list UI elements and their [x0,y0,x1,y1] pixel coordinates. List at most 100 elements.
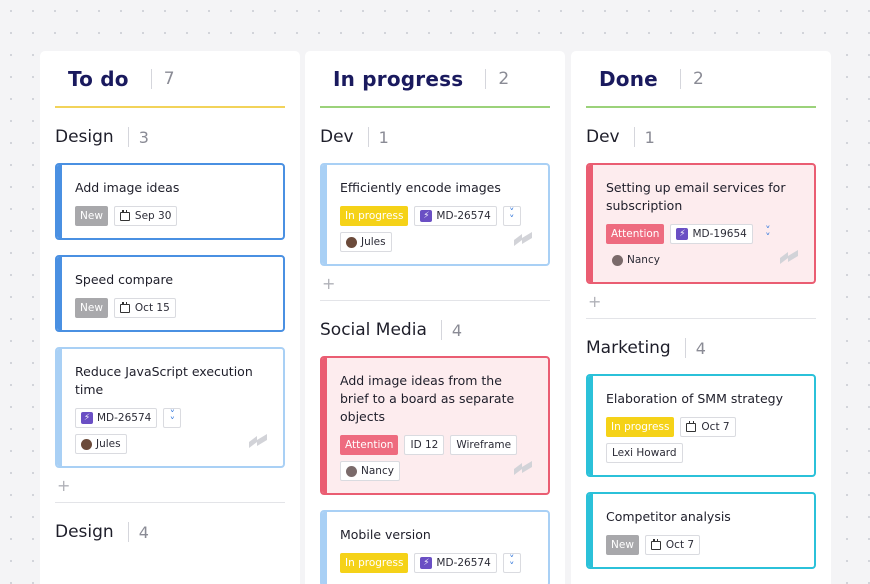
status-badge: New [75,298,108,318]
due-date-tag[interactable]: Oct 7 [644,535,701,555]
separator [440,320,442,340]
group-header[interactable]: Dev 1 [586,126,816,148]
priority-lowest-icon[interactable]: ˅ ˅ [502,553,521,573]
column-todo: To do 7 Design 3 Add image ideas New Sep… [40,51,300,584]
group-count: 4 [695,338,706,358]
column-header: Done 2 [586,51,816,108]
ticket-tag[interactable]: ⚡ MD-26574 [414,553,497,573]
status-badge: In progress [606,417,675,437]
separator [150,68,152,89]
group-count: 3 [138,127,149,147]
group-title: Social Media [320,320,427,340]
assignee-tag[interactable]: Jules [75,434,127,454]
card-title: Reduce JavaScript execution time [75,364,253,397]
ticket-tag[interactable]: ⚡ MD-26574 [75,408,158,428]
status-badge: In progress [340,553,409,573]
group-title: Dev [320,127,354,147]
priority-lowest-icon[interactable]: ˅ ˅ [502,206,521,226]
assignee-tag[interactable]: Nancy [340,461,400,481]
priority-lowest-icon[interactable]: ˅ ˅ [163,408,182,428]
integration-arrows-icon [514,232,532,246]
label-tag[interactable]: Wireframe [450,435,518,455]
group-title: Design [55,127,114,147]
jira-bolt-icon: ⚡ [420,557,433,569]
status-badge: New [75,206,108,226]
assignee-tag[interactable]: Nancy [606,250,666,270]
task-card[interactable]: Add image ideas from the brief to a boar… [320,356,550,495]
avatar [346,465,357,477]
group-header[interactable]: Dev 1 [320,126,550,148]
ticket-id: MD-26574 [436,557,491,569]
assignee-tag[interactable]: Lexi Howard [606,443,683,463]
group-count: 4 [451,320,463,340]
ticket-id: MD-19654 [692,228,747,240]
group-marketing: Marketing 4 Elaboration of SMM strategy … [586,337,816,569]
assignee-tag[interactable]: Jules [340,232,392,252]
group-header[interactable]: Design 3 [55,126,285,148]
calendar-icon [119,209,130,221]
group-title: Design [55,522,114,542]
id-tag[interactable]: ID 12 [404,435,445,455]
jira-bolt-icon: ⚡ [420,210,433,222]
due-date: Oct 15 [134,302,170,314]
task-card[interactable]: Reduce JavaScript execution time ⚡ MD-265… [55,347,285,468]
assignee-name: Nancy [361,465,394,477]
task-card[interactable]: Competitor analysis New Oct 7 [586,492,816,569]
column-header: To do 7 [55,51,285,108]
add-card-button[interactable]: + [55,476,285,498]
column-in-progress: In progress 2 Dev 1 Efficiently encode i… [305,51,565,584]
ticket-tag[interactable]: ⚡ MD-19654 [670,224,753,244]
integration-arrows-icon [514,461,532,475]
separator [127,127,129,147]
group-design-2: Design 4 [55,521,285,543]
task-card[interactable]: Efficiently encode images In progress ⚡ M… [320,163,550,266]
calendar-icon [650,538,661,550]
card-title: Efficiently encode images [340,180,501,195]
separator [684,338,686,358]
status-badge: New [606,535,639,555]
due-date: Oct 7 [701,421,730,433]
group-social-media: Social Media 4 Add image ideas from the … [320,319,550,584]
task-card[interactable]: Speed compare New Oct 15 [55,255,285,332]
separator [485,68,487,89]
integration-arrows-icon [780,250,798,264]
task-card[interactable]: Mobile version In progress ⚡ MD-26574 ˅ ˅ [320,510,550,584]
status-badge: Attention [606,224,665,244]
column-count: 7 [163,68,175,89]
due-date-tag[interactable]: Sep 30 [113,206,178,226]
group-count: 1 [644,127,655,147]
column-count: 2 [692,68,704,89]
column-header: In progress 2 [320,51,550,108]
card-title: Speed compare [75,272,174,287]
due-date: Oct 7 [665,539,695,551]
status-badge: Attention [340,435,399,455]
add-card-button[interactable]: + [586,292,816,314]
avatar [81,438,92,450]
priority-lowest-icon[interactable]: ˅ ˅ [759,224,777,244]
group-title: Marketing [586,338,671,358]
integration-arrows-icon [249,434,267,448]
assignee-name: Jules [96,438,121,450]
divider [586,318,816,319]
avatar [346,236,357,248]
task-card[interactable]: Setting up email services for subscripti… [586,163,816,284]
column-title: Done [599,66,658,91]
column-count: 2 [498,68,510,89]
card-title: Add image ideas [75,180,180,195]
ticket-tag[interactable]: ⚡ MD-26574 [414,206,497,226]
add-card-button[interactable]: + [320,274,550,296]
assignee-name: Nancy [627,254,660,266]
group-count: 1 [378,127,389,147]
due-date-tag[interactable]: Oct 7 [680,417,736,437]
group-title: Dev [586,127,620,147]
card-title: Setting up email services for subscripti… [606,180,786,213]
separator [633,127,635,147]
separator [367,127,369,147]
group-header[interactable]: Social Media 4 [320,319,550,341]
separator [679,68,681,89]
group-header[interactable]: Marketing 4 [586,337,816,359]
group-header[interactable]: Design 4 [55,521,285,543]
task-card[interactable]: Elaboration of SMM strategy In progress … [586,374,816,477]
due-date-tag[interactable]: Oct 15 [113,298,176,318]
task-card[interactable]: Add image ideas New Sep 30 [55,163,285,240]
